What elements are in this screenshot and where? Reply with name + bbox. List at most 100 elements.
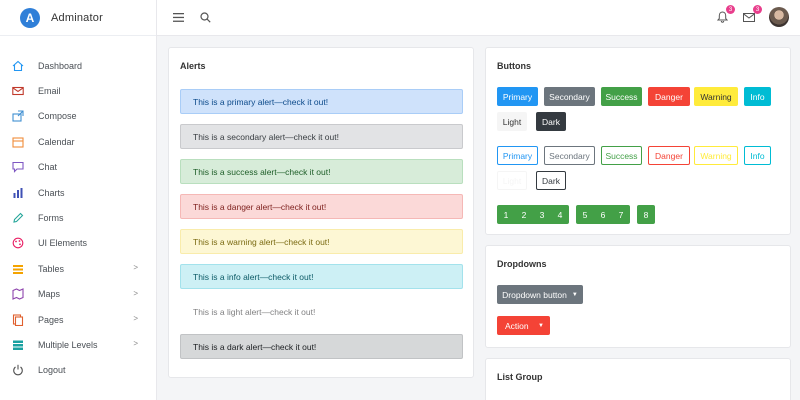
sidebar-item-label: Dashboard	[38, 60, 83, 71]
hamburger-menu-icon[interactable]	[171, 10, 185, 24]
alert-item: This is a success alert—check it out!	[180, 159, 463, 184]
list-group-card: List Group	[485, 358, 791, 400]
alert-item: This is a secondary alert—check it out!	[180, 124, 463, 149]
sidebar-item-ui-elements[interactable]: UI Elements	[0, 231, 156, 256]
outline-secondary-button[interactable]: Secondary	[544, 146, 595, 165]
list-group-card-title: List Group	[497, 372, 543, 382]
sidebar-item-label: UI Elements	[38, 238, 88, 249]
button-group: 8	[637, 205, 655, 224]
info-button[interactable]: Info	[744, 87, 771, 106]
buttons-card: Buttons Primary Secondary Success Danger War…	[485, 47, 791, 235]
sidebar-item-logout[interactable]: Logout	[0, 358, 156, 383]
danger-button[interactable]: Danger	[648, 87, 690, 106]
outline-primary-button[interactable]: Primary	[497, 146, 538, 165]
sidebar-item-label: Calendar	[38, 136, 75, 147]
sidebar-item-maps[interactable]: Maps >	[0, 282, 156, 307]
chevron-right-icon: >	[133, 288, 138, 298]
sidebar-item-tables[interactable]: Tables >	[0, 256, 156, 281]
outline-warning-button[interactable]: Warning	[694, 146, 738, 165]
sidebar-item-email[interactable]: Email	[0, 78, 156, 103]
group-button-8[interactable]: 8	[637, 205, 655, 224]
dark-button[interactable]: Dark	[536, 112, 566, 131]
sidebar-nav: Dashboard Email Compose Calendar Chat Ch…	[0, 36, 156, 383]
dropdown-button-label: Dropdown button	[502, 289, 567, 300]
sidebar-item-label: Logout	[38, 365, 66, 376]
sidebar-item-multiple-levels[interactable]: Multiple Levels >	[0, 332, 156, 357]
chevron-right-icon: >	[133, 263, 138, 273]
group-button-1[interactable]: 1	[497, 205, 515, 224]
search-icon[interactable]	[198, 10, 212, 24]
sidebar-item-calendar[interactable]: Calendar	[0, 129, 156, 154]
mail-icon[interactable]: 3	[742, 5, 762, 24]
mail-icon	[12, 85, 24, 97]
bar-chart-icon	[12, 187, 24, 199]
sidebar-item-forms[interactable]: Forms	[0, 205, 156, 230]
outline-success-button[interactable]: Success	[601, 146, 642, 165]
sidebar-item-label: Charts	[38, 187, 65, 198]
outline-info-button[interactable]: Info	[744, 146, 771, 165]
sidebar-item-dashboard[interactable]: Dashboard	[0, 53, 156, 78]
group-button-4[interactable]: 4	[551, 205, 569, 224]
group-button-3[interactable]: 3	[533, 205, 551, 224]
sidebar-item-pages[interactable]: Pages >	[0, 307, 156, 332]
pages-icon	[12, 314, 24, 326]
dropdowns-card-title: Dropdowns	[497, 259, 547, 269]
brand[interactable]: A Adminator	[0, 0, 156, 36]
dropdown-button[interactable]: Dropdown button ▼	[497, 285, 583, 304]
chevron-right-icon: >	[133, 313, 138, 323]
table-icon	[12, 263, 24, 275]
power-icon	[12, 364, 24, 376]
sidebar-item-label: Forms	[38, 213, 64, 224]
sidebar: A Adminator Dashboard Email Compose Cale…	[0, 0, 157, 400]
user-avatar[interactable]	[769, 7, 789, 27]
success-button[interactable]: Success	[601, 87, 642, 106]
outline-dark-button[interactable]: Dark	[536, 171, 566, 190]
secondary-button[interactable]: Secondary	[544, 87, 595, 106]
group-button-5[interactable]: 5	[576, 205, 594, 224]
caret-down-icon[interactable]: ▼	[538, 323, 544, 329]
alerts-card-title: Alerts	[180, 61, 206, 71]
map-icon	[12, 288, 24, 301]
alerts-card: Alerts This is a primary alert—check it …	[168, 47, 474, 378]
brand-name: Adminator	[51, 11, 103, 24]
light-button[interactable]: Light	[497, 112, 527, 131]
caret-down-icon: ▼	[571, 291, 578, 298]
outline-light-button[interactable]: Light	[497, 171, 527, 190]
sidebar-item-label: Pages	[38, 314, 64, 325]
calendar-icon	[12, 136, 24, 148]
outline-danger-button[interactable]: Danger	[648, 146, 690, 165]
group-button-7[interactable]: 7	[612, 205, 630, 224]
alert-item: This is a dark alert—check it out!	[180, 334, 463, 359]
group-button-6[interactable]: 6	[594, 205, 612, 224]
notifications-badge: 3	[726, 5, 735, 14]
primary-button[interactable]: Primary	[497, 87, 538, 106]
sidebar-item-label: Maps	[38, 289, 61, 300]
sidebar-item-label: Compose	[38, 111, 77, 122]
alert-item: This is a info alert—check it out!	[180, 264, 463, 289]
palette-icon	[12, 237, 24, 249]
messages-badge: 3	[753, 5, 762, 14]
sidebar-item-compose[interactable]: Compose	[0, 104, 156, 129]
dropdowns-card: Dropdowns Dropdown button ▼ Action ▼	[485, 245, 791, 348]
alert-item: This is a danger alert—check it out!	[180, 194, 463, 219]
button-group: 1234	[497, 205, 569, 224]
chevron-right-icon: >	[133, 339, 138, 349]
chat-icon	[12, 161, 24, 174]
bell-icon[interactable]: 3	[715, 5, 735, 24]
pencil-icon	[12, 212, 24, 224]
share-icon	[12, 110, 24, 123]
action-button-label: Action	[505, 320, 529, 331]
alert-item: This is a warning alert—check it out!	[180, 229, 463, 254]
sidebar-item-label: Email	[38, 86, 61, 97]
brand-logo-icon: A	[20, 7, 40, 28]
group-button-2[interactable]: 2	[515, 205, 533, 224]
buttons-card-title: Buttons	[497, 61, 531, 71]
sidebar-item-label: Tables	[38, 263, 65, 274]
alert-item: This is a primary alert—check it out!	[180, 89, 463, 114]
layers-icon	[12, 339, 24, 351]
action-split-button[interactable]: Action ▼	[497, 316, 550, 335]
warning-button[interactable]: Warning	[694, 87, 738, 106]
home-icon	[12, 60, 24, 72]
sidebar-item-chat[interactable]: Chat	[0, 155, 156, 180]
sidebar-item-charts[interactable]: Charts	[0, 180, 156, 205]
